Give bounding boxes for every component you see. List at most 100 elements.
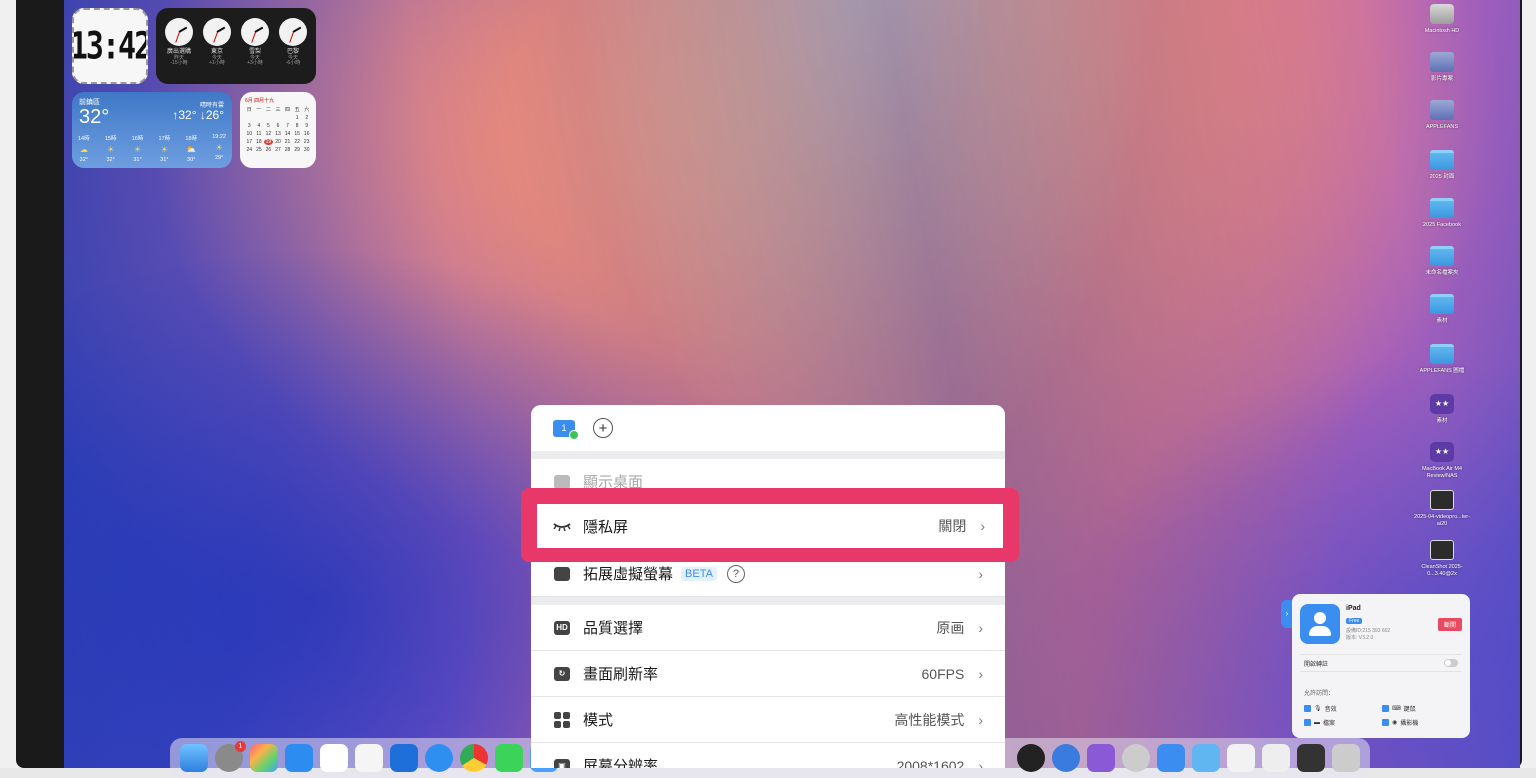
digital-clock-widget[interactable]: 13:42 — [72, 8, 148, 84]
forecast-temp: 30° — [187, 157, 196, 163]
desktop-icon-label: Macintosh HD — [1424, 28, 1460, 34]
calendar-day: 14 — [284, 131, 291, 137]
plus-icon: + — [598, 419, 608, 437]
clock-face-icon — [203, 18, 231, 46]
desktop-icon-label: 2025 封面 — [1429, 174, 1455, 180]
desktop-icon-folder[interactable]: 2025 Facebook — [1414, 198, 1470, 229]
chevron-right-icon: › — [978, 619, 983, 636]
forecast-time: 18時 — [185, 136, 197, 142]
option-toggle[interactable] — [1444, 659, 1458, 667]
desktop-icon-folder[interactable]: 素材 — [1414, 294, 1470, 325]
disconnect-button[interactable]: 斷開 — [1437, 618, 1462, 631]
resolution-label: 屏幕分辨率 — [583, 758, 659, 768]
option-label: 開啟轉註 — [1304, 662, 1329, 668]
forecast-time: 15時 — [104, 136, 117, 142]
desktop-icon-label: 2025 Facebook — [1423, 222, 1461, 228]
chevron-right-icon: › — [980, 518, 985, 534]
sunset-icon: ☀ — [215, 143, 223, 152]
help-symbol: ? — [732, 567, 739, 580]
desktop-icon-shot[interactable]: 2025-04-videopro...ter-ai20 — [1414, 490, 1470, 527]
quality-row[interactable]: HD 品質選擇 原画 › — [531, 605, 1005, 651]
mode-value: 高性能模式 — [894, 711, 965, 728]
section-gap — [531, 597, 1005, 605]
forecast-temp: 31° — [133, 157, 142, 163]
camera-icon: ◉ — [1392, 720, 1398, 726]
refresh-icon: ↻ — [553, 666, 571, 682]
calendar-weekday: 二 — [265, 107, 271, 113]
desktop-icon-label: 2025-04-videopro...ter-ai20 — [1414, 514, 1470, 527]
world-clock-widget[interactable]: 廣出選購 昨天 -15小時 東京 今天 +1小時 雪梨 今天 +3小時 巴黎 今… — [156, 8, 316, 84]
calendar-day: 17 — [246, 139, 253, 145]
calendar-day: 23 — [303, 139, 310, 145]
desktop-icon-folder[interactable]: APPLEFANS 圖檔 — [1414, 344, 1470, 375]
refresh-rate-row[interactable]: ↻ 畫面刷新率 60FPS › — [531, 651, 1005, 697]
extend-display-label: 拓展虛擬螢幕 — [583, 566, 674, 583]
quality-value: 原画 — [936, 619, 965, 636]
resolution-row[interactable]: ▣ 屏幕分辨率 2008*1602 › — [531, 743, 1005, 768]
forecast-hour: 16時 ☀ 31° — [132, 134, 144, 163]
calendar-day: 28 — [284, 147, 291, 153]
calendar-widget[interactable]: 6月 四月十九 日 一 二 三 四 五 六 1 2 3 4 5 6 7 8 9 10 11 12 13 1… — [240, 92, 316, 168]
calendar-weekday: 一 — [256, 107, 262, 113]
desktop-icon-star[interactable]: ★★ MacBook Air M4 Review/NAS — [1414, 442, 1470, 479]
calendar-day: 24 — [246, 147, 253, 153]
refresh-rate-value: 60FPS — [921, 665, 965, 682]
checkbox-icon — [1382, 705, 1389, 712]
weather-widget[interactable]: 前鎮區 32° 晴時有雲 ↑32° ↓26° 14時 ☁ 32° 15時 ☀ 32° 1… — [72, 92, 232, 168]
desktop-icon-vol[interactable]: APPLEFANS — [1414, 100, 1470, 131]
forecast-time: 17時 — [158, 136, 171, 142]
calendar-day: 26 — [265, 147, 272, 153]
desktop-icon-folder[interactable]: 2025 封面 — [1414, 150, 1470, 181]
device-id: 設備ID:215 393 602 — [1346, 628, 1391, 634]
screen-number: 1 — [561, 422, 567, 433]
desktop-icon-star[interactable]: ★★ 素材 — [1414, 394, 1470, 425]
mode-row[interactable]: 模式 高性能模式 › — [531, 697, 1005, 743]
chevron-right-icon: › — [978, 757, 983, 769]
calendar-day: 10 — [246, 131, 253, 137]
calendar-weekday: 日 — [246, 107, 252, 113]
calendar-weekday: 六 — [304, 107, 310, 113]
privacy-screen-value: 關閉 — [938, 518, 967, 534]
keyboard-icon: ⌨ — [1392, 706, 1401, 712]
permission-label: 音效 — [1324, 707, 1337, 713]
permission-label: 鍵鼠 — [1403, 707, 1416, 713]
calendar-day: 8 — [295, 123, 299, 129]
clock-face-icon — [165, 18, 193, 46]
permission-files-checkbox[interactable]: ▬ 檔案 — [1304, 718, 1335, 727]
device-panel: iPad Free 設備ID:215 393 602 版本: V3.2.0 斷開… — [1292, 594, 1470, 738]
add-screen-button[interactable]: + — [593, 418, 613, 438]
checkbox-icon — [1382, 719, 1389, 726]
resolution-value: 2008*1602 — [896, 757, 965, 769]
screenshot-file-icon — [1430, 540, 1454, 560]
forecast-time: 16時 — [131, 136, 144, 142]
microphone-icon: 🎙 — [1314, 706, 1322, 712]
weather-hi-lo: ↑32° ↓26° — [172, 108, 224, 122]
sun-icon: ☀ — [133, 145, 142, 154]
privacy-screen-row[interactable]: 隱私屏 關閉 › — [537, 504, 1003, 548]
desktop-icon-label: 影片專案 — [1430, 76, 1453, 82]
help-icon[interactable]: ? — [726, 564, 745, 583]
permission-keyboard-checkbox[interactable]: ⌨ 鍵鼠 — [1382, 704, 1416, 713]
desktop-icon-label: CleanShot 2025-0...3.40@2x — [1421, 564, 1463, 577]
calendar-day: 29 — [294, 147, 300, 153]
calendar-day: 13 — [275, 131, 281, 137]
calendar-grid: 日 一 二 三 四 五 六 1 2 3 4 5 6 7 8 9 10 11 12 13 14 15 16 17 1… — [245, 106, 311, 153]
permission-camera-checkbox[interactable]: ◉ 攝影機 — [1382, 718, 1418, 727]
screen-1-button[interactable]: 1 — [553, 419, 579, 440]
extend-display-icon — [553, 566, 571, 582]
permission-audio-checkbox[interactable]: 🎙 音效 — [1304, 704, 1337, 713]
weather-hourly-forecast: 14時 ☁ 32° 15時 ☀ 32° 16時 ☀ 31° 17時 ☀ 31° 18時 ⛅ 30° … — [78, 134, 226, 163]
forecast-temp: 31° — [160, 157, 169, 163]
device-version: 版本: V3.2.0 — [1346, 635, 1374, 641]
free-badge: Free — [1346, 618, 1363, 624]
hd-icon-text: HD — [554, 620, 570, 635]
desktop-icon-folder[interactable]: 未命名檔案夾 — [1414, 246, 1470, 277]
desktop-icon-label: 素材 — [1436, 318, 1448, 324]
desktop-icon-shot[interactable]: CleanShot 2025-0...3.40@2x — [1414, 540, 1470, 577]
calendar-day: 16 — [303, 131, 310, 137]
desktop-icon-vol[interactable]: 影片專案 — [1414, 52, 1470, 83]
world-clock-item: 東京 今天 +1小時 — [199, 18, 235, 84]
world-clock-item: 雪梨 今天 +3小時 — [237, 18, 273, 84]
desktop-icon-hd[interactable]: Macintosh HD — [1414, 4, 1470, 35]
hd-icon: HD — [553, 620, 571, 636]
